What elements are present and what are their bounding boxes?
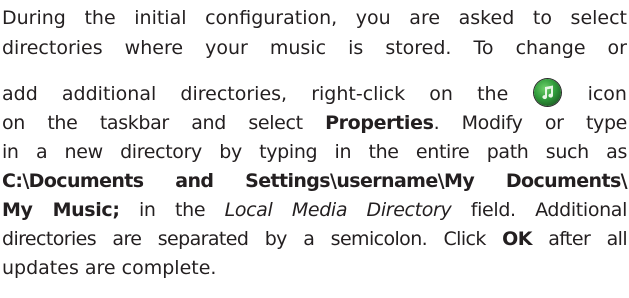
path-example-part1: C:\Documents and Settings\username\My Do…: [2, 170, 628, 192]
text-line-2: directories where your music is stored. …: [2, 37, 627, 59]
paragraph-line: directories are separated by a semicolon…: [2, 224, 628, 254]
text-line-4-pre: on the taskbar and select: [2, 112, 326, 134]
text-line-3-post: icon: [587, 83, 627, 105]
text-line-9: updates are complete.: [2, 257, 217, 279]
paragraph-line: on the taskbar and select Properties. Mo…: [2, 108, 627, 138]
paragraph-line: updates are complete.: [2, 253, 627, 283]
local-media-directory-label: Local Media Directory: [224, 199, 452, 221]
ok-label: OK: [502, 228, 532, 250]
text-line-8-post: after all: [531, 228, 627, 250]
text-line-4-post: . Modify or type: [433, 112, 628, 134]
music-note-icon: [542, 85, 554, 100]
paragraph-line: add additional directories, right-click …: [2, 79, 627, 109]
instruction-paragraph: During the initial configuration, you ar…: [0, 0, 629, 298]
text-line-1: During the initial configuration, you ar…: [2, 7, 627, 29]
text-line-8: directories are separated by a semicolon…: [2, 228, 503, 250]
paragraph-line: in a new directory by typing in the enti…: [2, 137, 627, 167]
paragraph-line: C:\Documents and Settings\username\My Do…: [2, 166, 628, 196]
paragraph-line: During the initial configuration, you ar…: [2, 3, 627, 33]
text-line-5: in a new directory by typing in the enti…: [2, 141, 627, 163]
music-app-icon: [534, 79, 562, 106]
paragraph-line: My Music; in the Local Media Directory f…: [2, 195, 627, 225]
properties-label: Properties: [325, 112, 434, 134]
text-line-7-post: field. Additional: [451, 199, 628, 221]
text-line-3-pre: add additional directories, right-click …: [2, 83, 509, 105]
text-line-7-mid: in the: [119, 199, 225, 221]
paragraph-line: directories where your music is stored. …: [2, 33, 627, 63]
path-example-part2: My Music;: [2, 199, 120, 221]
